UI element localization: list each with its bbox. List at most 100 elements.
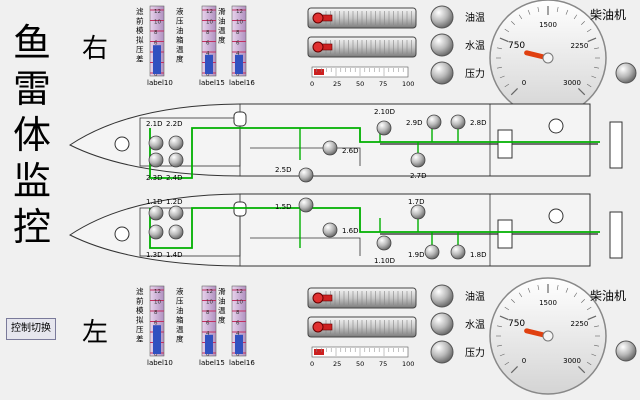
gauge-tick (586, 83, 592, 88)
thermo-caption: 滑 (218, 6, 226, 16)
thermo-caption: 油 (218, 296, 226, 306)
thermometer-label: label16 (229, 359, 255, 367)
gauge-tick (594, 325, 600, 328)
thermometer-fill (205, 334, 213, 354)
sensor-node (168, 152, 184, 168)
slider-body[interactable] (307, 36, 417, 58)
level-bar-tick-label: 75 (379, 80, 387, 88)
thermo-caption: 压 (136, 325, 144, 334)
slider-body[interactable] (307, 287, 417, 309)
thermometer-tick-label: 8 (236, 310, 240, 316)
thermometer-tick-label: 0 (206, 72, 210, 78)
gauge-tick (527, 287, 531, 293)
right-side-label: 右 (82, 34, 109, 64)
indicator-label: 油温 (465, 290, 485, 303)
thermo-caption: 温 (218, 26, 226, 35)
thermo-caption: 模 (136, 305, 144, 315)
thermometer-tick-label: 2 (154, 342, 158, 348)
sensor-label: 2.5D (275, 166, 292, 174)
sensor-node (148, 152, 164, 168)
gauge-tick (504, 83, 510, 88)
aft-sensor-icon (548, 118, 564, 134)
thermo-caption: 前 (136, 296, 144, 306)
gauge-tick (565, 287, 569, 293)
gauge-tick (591, 353, 597, 357)
gauge-tick-label: 3000 (563, 357, 581, 365)
torpedo-hull-diagram: 1.1D 1.2D 1.3D 1.4D 1.5D 1.6D 1.10D 1.7D 1.9D 1.8… (69, 193, 623, 267)
slider-thumb[interactable] (312, 12, 324, 24)
sensor-label: 2.3D (146, 174, 163, 182)
thermometer-label: label10 (147, 79, 173, 87)
indicator-light (430, 284, 454, 308)
gauge-tick (587, 37, 597, 43)
gauge-tick (518, 14, 523, 20)
level-bar-tick-label: 100 (402, 360, 414, 368)
shaft-coupling (497, 129, 513, 159)
slider-thumb[interactable] (312, 41, 324, 53)
sensor-node (450, 244, 466, 260)
thermo-caption: 滤 (136, 6, 144, 16)
gauge-tick (499, 37, 509, 43)
thermo-caption: 温 (218, 306, 226, 315)
thermometer-gauge: 12 10 8 6 4 2 0label10 (147, 5, 173, 87)
gauge-tick (573, 14, 578, 20)
thermometer-tick-label: 4 (236, 331, 240, 337)
gauge-tick (556, 6, 559, 12)
level-bar: 0 25 50 75 100 (310, 66, 414, 88)
sensor-label: 1.5D (275, 203, 292, 211)
thermo-caption: 油 (218, 16, 226, 26)
sensor-label: 2.10D (374, 108, 395, 116)
gauge-tick (499, 75, 505, 79)
thermo-caption: 度 (176, 334, 184, 344)
level-bar-frame (311, 66, 409, 78)
thermometer-frame (149, 285, 165, 357)
thermometer-tick-label: 4 (206, 51, 210, 57)
gauge-tick (504, 361, 510, 366)
hull-compartment (250, 237, 361, 256)
thermometer-tick-label: 8 (154, 310, 158, 316)
slider-body[interactable] (307, 7, 417, 29)
gauge-status-light (615, 62, 637, 84)
propeller-icon (609, 121, 623, 169)
thermometer-gauge: 12 10 8 6 4 2 0label16 (229, 5, 255, 87)
torpedo-hull-diagram: 2.1D 2.2D 2.3D 2.4D 2.5D 2.6D 2.10D 2.9D 2.8D 2.7… (69, 103, 623, 183)
slider-body[interactable] (307, 316, 417, 338)
slider-control (307, 36, 417, 58)
thermometer-tick-label: 2 (206, 62, 210, 68)
control-switch-button[interactable]: 控制切换 (6, 318, 56, 340)
hull-compartment (139, 207, 241, 257)
thermometer-frame (201, 285, 217, 357)
thermometer-tick-label: 2 (154, 62, 158, 68)
level-bar-tick-label: 0 (310, 360, 314, 368)
thermometer-frame (231, 285, 247, 357)
thermometer-tick-label: 6 (206, 41, 210, 47)
sensor-node (376, 235, 392, 251)
title-char: 监 (12, 159, 51, 203)
thermometer-frame (149, 5, 165, 77)
gauge-tick (587, 315, 597, 321)
slider-control (307, 7, 417, 29)
thermometer-tick-label: 8 (154, 30, 158, 36)
thermo-caption: 液 (176, 6, 184, 16)
level-bar: 0 25 50 75 100 (310, 346, 414, 368)
thermometer-tick-label: 12 (206, 9, 213, 15)
thermometer-tick-label: 10 (236, 300, 243, 306)
slider-thumb[interactable] (312, 321, 324, 333)
sensor-node (410, 204, 426, 220)
indicator-light (430, 5, 454, 29)
gauge-tick (504, 28, 510, 33)
gauge-title: 柴油机 (590, 289, 626, 303)
indicator-light (430, 33, 454, 57)
gauge-needle (524, 328, 551, 339)
thermo-caption: 油 (176, 305, 184, 315)
thermo-caption: 度 (218, 35, 226, 45)
sensor-label: 2.7D (410, 172, 427, 180)
slider-thumb[interactable] (312, 292, 324, 304)
thermometer-tick-label: 2 (236, 62, 240, 68)
gauge-title: 柴油机 (590, 8, 626, 22)
level-bar-fill (314, 349, 324, 355)
gauge-tick-label: 2250 (570, 42, 588, 50)
thermometer-tick-label: 0 (236, 72, 240, 78)
thermometer-tick-label: 0 (236, 352, 240, 358)
sensor-label: 1.2D (166, 198, 183, 206)
